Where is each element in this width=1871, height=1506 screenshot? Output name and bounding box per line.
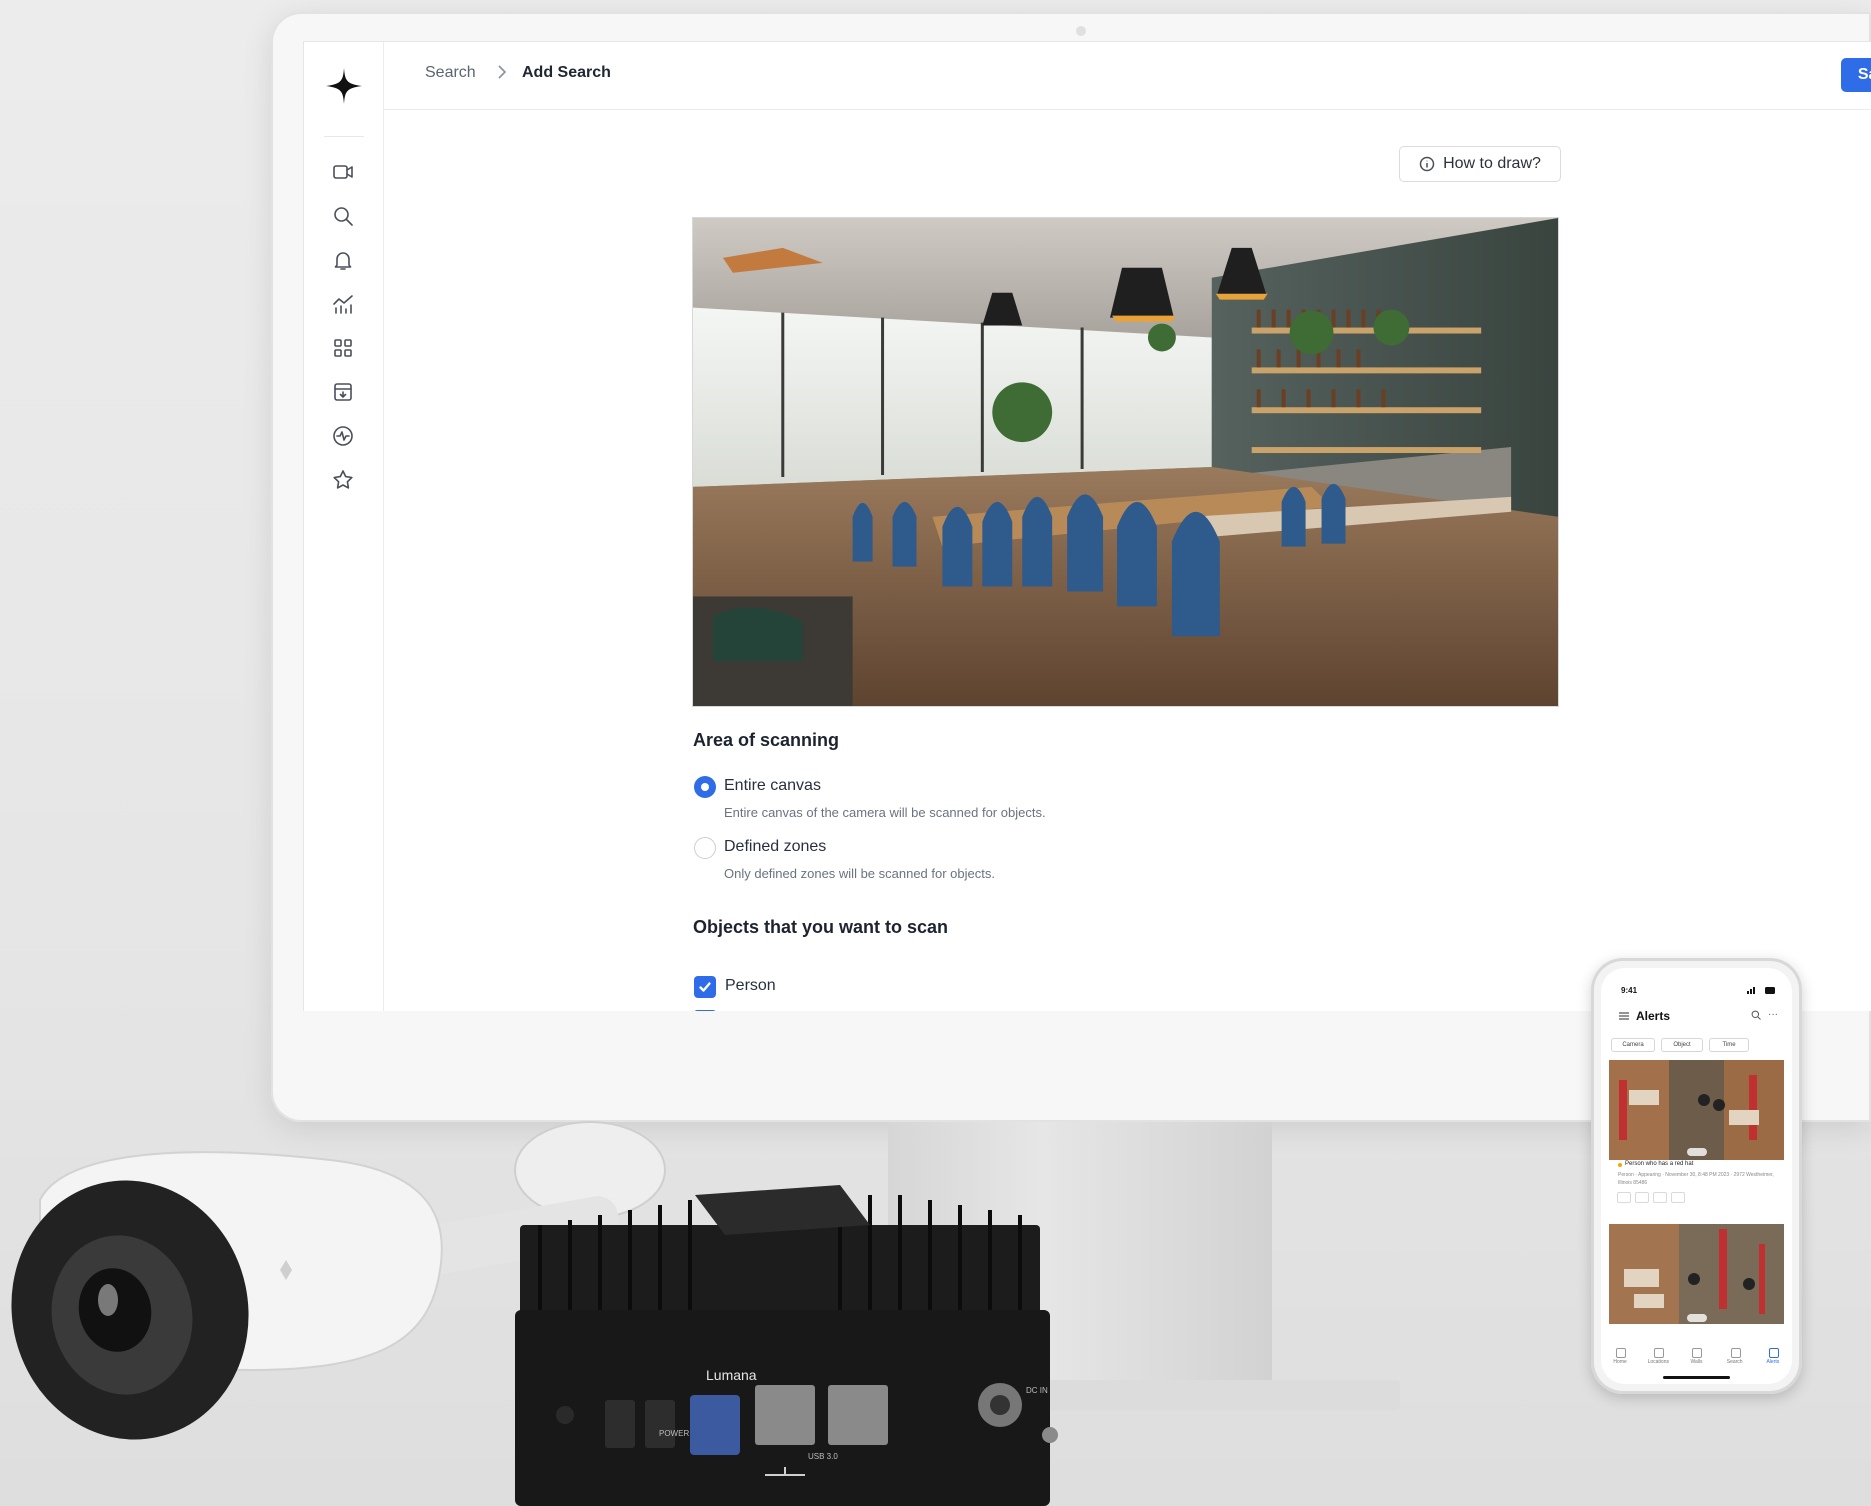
dc-in-label: DC IN (1026, 1386, 1048, 1395)
top-header: Search Add Search Save (384, 42, 1871, 110)
alert-meta: Person · Appearing · November 30, 8:48 P… (1618, 1172, 1774, 1186)
defined-zones-radio[interactable] (694, 837, 716, 859)
how-to-draw-button[interactable]: How to draw? (1399, 146, 1561, 182)
save-button[interactable]: Save (1841, 58, 1871, 92)
tab-search[interactable]: Search (1720, 1346, 1750, 1372)
star-icon[interactable] (331, 468, 355, 492)
share-icon[interactable] (1671, 1192, 1685, 1203)
restaurant-camera-image (693, 218, 1558, 706)
sidebar (304, 42, 384, 1011)
tab-alerts[interactable]: Alerts (1758, 1346, 1788, 1372)
phone-search-icon[interactable] (1751, 1010, 1761, 1020)
chevron-right-icon (495, 63, 509, 81)
sidebar-divider (324, 136, 364, 137)
phone-time: 9:41 (1621, 986, 1638, 995)
entire-canvas-description: Entire canvas of the camera will be scan… (724, 805, 1046, 820)
camera-canvas[interactable] (692, 217, 1559, 707)
device-brand-label: Lumana (706, 1367, 757, 1383)
phone-tab-bar: Home Locations Walls Search Alerts (1601, 1346, 1792, 1372)
camera-icon[interactable] (1653, 1192, 1667, 1203)
search-icon[interactable] (331, 204, 355, 228)
edge-device: Lumana POWER USB 3.0 DC IN (510, 1175, 1060, 1506)
lumana-logo-icon[interactable] (320, 62, 368, 110)
usb-label: USB 3.0 (808, 1452, 838, 1461)
filter-camera[interactable]: Camera (1611, 1038, 1655, 1052)
tab-home[interactable]: Home (1605, 1346, 1635, 1372)
video-camera-icon[interactable] (331, 160, 355, 184)
alert-actions (1617, 1192, 1685, 1203)
filter-object[interactable]: Object (1661, 1038, 1703, 1052)
alert-thumbnail-1[interactable] (1609, 1060, 1784, 1160)
hamburger-menu-icon[interactable] (1619, 1012, 1629, 1020)
next-checkbox-partial[interactable] (694, 1010, 716, 1011)
person-label[interactable]: Person (725, 977, 776, 995)
power-label: POWER (659, 1429, 690, 1438)
tab-locations[interactable]: Locations (1643, 1346, 1673, 1372)
home-indicator (1663, 1376, 1730, 1379)
analytics-icon[interactable] (331, 292, 355, 316)
phone-screen: 9:41 Alerts ··· Camera Object Time Perso… (1601, 968, 1792, 1384)
phone: 9:41 Alerts ··· Camera Object Time Perso… (1591, 958, 1802, 1394)
breadcrumb-current: Add Search (522, 64, 611, 81)
status-bar-icons (1747, 987, 1775, 994)
how-to-draw-label: How to draw? (1443, 155, 1541, 172)
defined-zones-description: Only defined zones will be scanned for o… (724, 866, 995, 881)
checkmark-icon (699, 982, 711, 992)
play-icon[interactable] (1635, 1192, 1649, 1203)
archive-download-icon[interactable] (331, 380, 355, 404)
activity-icon[interactable] (331, 424, 355, 448)
phone-alerts-title: Alerts (1636, 1009, 1671, 1023)
check-icon[interactable] (1617, 1192, 1631, 1203)
app-screen: Search Add Search Save How to draw? (303, 41, 1871, 1011)
alert-thumbnail-2[interactable] (1609, 1224, 1784, 1324)
tab-walls[interactable]: Walls (1681, 1346, 1711, 1372)
objects-to-scan-title: Objects that you want to scan (693, 917, 949, 937)
bell-icon[interactable] (331, 248, 355, 272)
area-of-scanning-title: Area of scanning (693, 730, 840, 750)
entire-canvas-label[interactable]: Entire canvas (724, 777, 821, 795)
phone-more-icon[interactable]: ··· (1768, 1009, 1778, 1020)
grid-icon[interactable] (331, 336, 355, 360)
info-icon (1419, 156, 1435, 172)
filter-time[interactable]: Time (1709, 1038, 1749, 1052)
person-checkbox[interactable] (694, 976, 716, 998)
alert-title[interactable]: Person who has a red hat (1625, 1161, 1693, 1167)
defined-zones-label[interactable]: Defined zones (724, 838, 826, 856)
webcam-dot (1076, 26, 1086, 36)
alert-status-dot (1618, 1163, 1622, 1167)
entire-canvas-radio[interactable] (694, 776, 716, 798)
breadcrumb-search-link[interactable]: Search (425, 64, 476, 82)
